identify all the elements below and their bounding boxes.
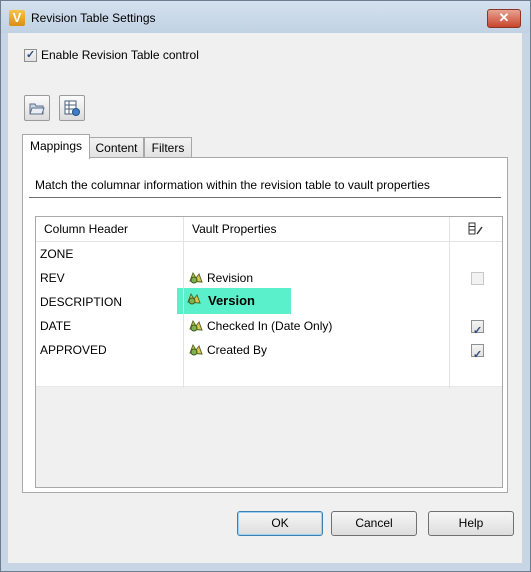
vault-property-icon (189, 319, 203, 332)
column-divider (449, 217, 450, 388)
row-column-header: DATE (40, 319, 72, 333)
table-settings-icon (64, 100, 80, 116)
row-column-header: ZONE (40, 247, 74, 261)
vault-property-icon (189, 271, 203, 284)
vault-properties-heading[interactable]: Vault Properties (184, 217, 449, 241)
column-edit-icon (468, 222, 483, 235)
cancel-button[interactable]: Cancel (331, 511, 417, 536)
vault-property-icon (187, 292, 201, 305)
highlighted-vault-property[interactable]: Version (177, 288, 291, 314)
mappings-description: Match the columnar information within th… (35, 178, 430, 192)
column-edit-heading[interactable] (450, 217, 502, 241)
table-row[interactable]: APPROVED Created By (36, 338, 502, 367)
vault-property-label: Created By (207, 343, 268, 357)
row-checkbox (471, 272, 484, 285)
table-row-empty[interactable] (36, 362, 502, 387)
vault-property-label: Version (208, 293, 255, 308)
dialog-body: Enable Revision Table control Mappings C… (8, 33, 522, 563)
title-bar[interactable]: V Revision Table Settings ✕ (1, 1, 530, 33)
vault-app-icon: V (9, 10, 25, 26)
mappings-grid[interactable]: Column Header Vault Properties ZONE REV … (35, 216, 503, 488)
open-folder-button[interactable] (24, 95, 50, 121)
table-row[interactable]: ZONE (36, 242, 502, 267)
ok-button[interactable]: OK (237, 511, 323, 536)
close-button[interactable]: ✕ (487, 9, 521, 28)
help-button[interactable]: Help (428, 511, 514, 536)
row-checkbox[interactable] (471, 343, 484, 367)
vault-property-label: Checked In (Date Only) (207, 319, 333, 333)
open-folder-icon (29, 103, 45, 115)
tab-content[interactable]: Content (89, 137, 144, 158)
table-row[interactable]: DESCRIPTION Version (36, 288, 502, 315)
row-checkbox-cell (450, 266, 502, 290)
grid-header: Column Header Vault Properties (36, 217, 502, 242)
tab-mappings[interactable]: Mappings (22, 134, 90, 159)
dialog-window: V Revision Table Settings ✕ Enable Revis… (0, 0, 531, 572)
row-column-header: DESCRIPTION (40, 295, 123, 309)
row-vault-property[interactable]: Revision (184, 266, 449, 290)
window-title: Revision Table Settings (31, 11, 156, 25)
table-row[interactable]: DATE Checked In (Date Only) (36, 314, 502, 343)
row-checkbox-cell (450, 314, 502, 343)
row-vault-property[interactable]: Created By (184, 338, 449, 362)
separator (29, 197, 501, 198)
enable-revision-table-label[interactable]: Enable Revision Table control (41, 48, 199, 62)
row-checkbox[interactable] (471, 319, 484, 343)
row-column-header: REV (40, 271, 65, 285)
enable-revision-table-checkbox[interactable] (24, 48, 37, 62)
row-vault-property[interactable]: Checked In (Date Only) (184, 314, 449, 338)
column-header-heading[interactable]: Column Header (36, 217, 183, 241)
vault-property-icon (189, 343, 203, 356)
tab-filters[interactable]: Filters (144, 137, 192, 158)
row-vault-property[interactable] (184, 242, 449, 266)
row-column-header: APPROVED (40, 343, 107, 357)
vault-property-label: Revision (207, 271, 254, 285)
mappings-panel: Match the columnar information within th… (22, 157, 508, 493)
row-checkbox-cell (450, 338, 502, 367)
column-divider (183, 217, 184, 388)
table-settings-button[interactable] (59, 95, 85, 121)
